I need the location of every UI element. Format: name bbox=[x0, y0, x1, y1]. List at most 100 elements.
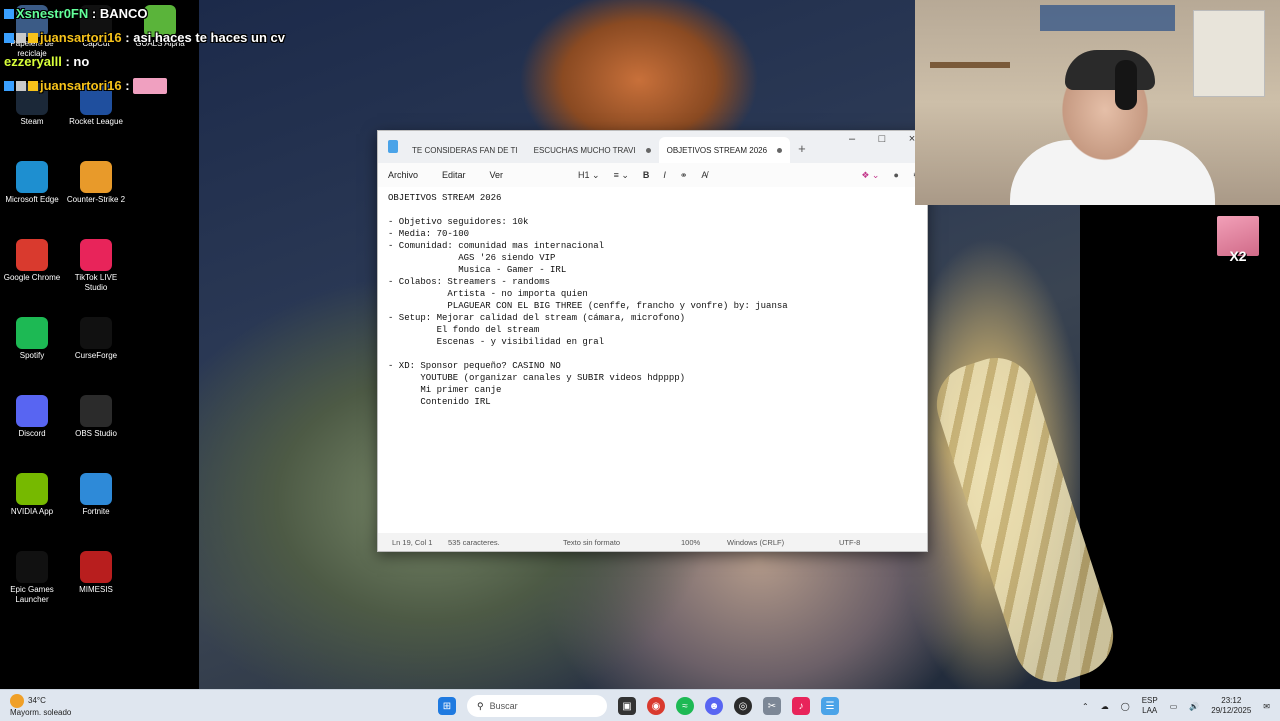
badge-icon bbox=[28, 81, 38, 91]
language-indicator[interactable]: ESP LAA bbox=[1142, 696, 1158, 716]
lang-primary: ESP bbox=[1141, 696, 1158, 705]
obs-icon bbox=[80, 395, 112, 427]
lang-secondary: LAA bbox=[1142, 706, 1158, 715]
cam-poster bbox=[1193, 10, 1265, 97]
cam-shelf bbox=[930, 62, 1010, 68]
chat-username: juansartori16 bbox=[40, 30, 122, 45]
clock-time: 23:12 bbox=[1221, 696, 1242, 705]
format-toolbar: H1 ⌄ ≡ ⌄ B I ⚭ A̸ bbox=[578, 163, 707, 187]
chrome-taskbar-icon[interactable]: ◉ bbox=[647, 697, 665, 715]
nvidia-icon bbox=[16, 473, 48, 505]
task-view-icon[interactable]: ▣ bbox=[618, 697, 636, 715]
heading-dropdown[interactable]: H1 ⌄ bbox=[578, 170, 600, 181]
tab-te-consideras[interactable]: TE CONSIDERAS FAN DE TI bbox=[404, 137, 526, 163]
desktop-icon[interactable]: CurseForge bbox=[64, 317, 128, 361]
badge-icon bbox=[4, 33, 14, 43]
menu-archivo[interactable]: Archivo bbox=[388, 170, 418, 180]
desktop-icon-label: NVIDIA App bbox=[10, 507, 54, 516]
desktop-icon-label: MIMESIS bbox=[79, 585, 113, 594]
badge-icon bbox=[4, 81, 14, 91]
side-emote-overlay: X2 bbox=[1217, 216, 1259, 268]
desktop-icon-label: CurseForge bbox=[74, 351, 118, 360]
chat-message: juansartori16 : asi haces te haces un cv bbox=[4, 30, 285, 45]
discord-taskbar-icon[interactable]: ☻ bbox=[705, 697, 723, 715]
taskbar: 34°C Mayorm. soleado ⊞ ⚲ Buscar ▣ ◉ ≈ ☻ … bbox=[0, 689, 1280, 721]
notepad-text-area[interactable]: OBJETIVOS STREAM 2026 - Objetivo seguido… bbox=[378, 188, 927, 533]
desktop-icon[interactable]: MIMESIS bbox=[64, 551, 128, 595]
chat-text: asi haces te haces un cv bbox=[133, 30, 285, 45]
heading-level: H1 bbox=[578, 169, 590, 180]
epic-games-icon bbox=[16, 551, 48, 583]
list-icon[interactable]: ≡ ⌄ bbox=[614, 170, 629, 181]
chrome-icon bbox=[16, 239, 48, 271]
desktop-icon[interactable]: Counter-Strike 2 bbox=[64, 161, 128, 205]
desktop-icon[interactable]: Discord bbox=[0, 395, 64, 439]
desktop-icon[interactable]: Microsoft Edge bbox=[0, 161, 64, 205]
windows-start-icon[interactable]: ⊞ bbox=[438, 697, 456, 715]
weather-widget[interactable]: 34°C Mayorm. soleado bbox=[10, 694, 71, 718]
copilot-icon[interactable]: ❖ ⌄ bbox=[861, 170, 879, 181]
tiktok-taskbar-icon[interactable]: ♪ bbox=[792, 697, 810, 715]
new-tab-plus-icon[interactable]: + bbox=[798, 141, 806, 156]
chat-message: juansartori16 : bbox=[4, 78, 168, 94]
clear-format-icon[interactable]: A̸ bbox=[701, 170, 707, 180]
link-icon[interactable]: ⚭ bbox=[680, 170, 688, 181]
tab-objetivos[interactable]: OBJETIVOS STREAM 2026 bbox=[658, 137, 791, 163]
bold-icon[interactable]: B bbox=[643, 170, 650, 180]
microphone-icon[interactable]: ◯ bbox=[1121, 702, 1130, 711]
italic-icon[interactable]: I bbox=[663, 170, 666, 180]
clock-date: 29/12/2025 bbox=[1211, 706, 1252, 715]
unsaved-dot-icon bbox=[645, 147, 651, 153]
taskbar-search[interactable]: ⚲ Buscar bbox=[467, 695, 607, 717]
notifications-bell-icon[interactable]: ✉ bbox=[1263, 702, 1270, 711]
maximize-icon[interactable]: □ bbox=[867, 131, 897, 149]
desktop-icon-label: Discord bbox=[18, 429, 46, 438]
desktop-icon[interactable]: Google Chrome bbox=[0, 239, 64, 283]
chat-message: ezzeryalll : no bbox=[4, 54, 90, 69]
menu-ver[interactable]: Ver bbox=[490, 170, 504, 180]
emote-multiplier: X2 bbox=[1229, 248, 1247, 264]
cs2-icon bbox=[80, 161, 112, 193]
status-position: Ln 19, Col 1 bbox=[392, 537, 433, 547]
badge-icon bbox=[4, 9, 14, 19]
account-icon[interactable]: ● bbox=[893, 170, 898, 180]
menu-editar[interactable]: Editar bbox=[442, 170, 466, 180]
notepad-right-tools: ❖ ⌄ ● ⚙ bbox=[861, 163, 921, 187]
spotify-taskbar-icon[interactable]: ≈ bbox=[676, 697, 694, 715]
desktop-icon[interactable]: Fortnite bbox=[64, 473, 128, 517]
chat-text: no bbox=[73, 54, 90, 69]
network-icon[interactable]: ☁ bbox=[1101, 702, 1109, 711]
search-icon: ⚲ bbox=[477, 700, 484, 711]
desktop-icon[interactable]: TikTok LIVE Studio bbox=[64, 239, 128, 293]
tab-label: ESCUCHAS MUCHO TRAVI bbox=[533, 145, 636, 155]
volume-icon[interactable]: 🔊 bbox=[1189, 702, 1199, 711]
tray-chevron-icon[interactable]: ⌃ bbox=[1082, 702, 1089, 711]
emote-icon bbox=[133, 78, 168, 94]
chat-username: ezzeryalll bbox=[4, 54, 62, 69]
mimesis-icon bbox=[80, 551, 112, 583]
desktop-icon-label: OBS Studio bbox=[75, 429, 117, 438]
unsaved-dot-icon bbox=[777, 147, 783, 153]
notepad-window[interactable]: TE CONSIDERAS FAN DE TI ESCUCHAS MUCHO T… bbox=[377, 130, 928, 552]
notepad-tab-bar: TE CONSIDERAS FAN DE TI ESCUCHAS MUCHO T… bbox=[378, 131, 927, 163]
notepad-icon bbox=[388, 140, 398, 153]
weather-desc: Mayorm. soleado bbox=[10, 708, 72, 717]
tab-label: OBJETIVOS STREAM 2026 bbox=[666, 145, 768, 155]
desktop-icon[interactable]: NVIDIA App bbox=[0, 473, 64, 517]
chat-username: Xsnestr0FN bbox=[16, 6, 89, 21]
desktop-icon-label: Rocket League bbox=[69, 117, 123, 126]
display-icon[interactable]: ▭ bbox=[1170, 702, 1178, 711]
tab-escuchas[interactable]: ESCUCHAS MUCHO TRAVI bbox=[526, 137, 659, 163]
tiktok-icon bbox=[80, 239, 112, 271]
desktop-icon[interactable]: Spotify bbox=[0, 317, 64, 361]
window-controls: – □ × bbox=[837, 131, 927, 149]
desktop-icon[interactable]: Epic Games Launcher bbox=[0, 551, 64, 605]
notepad-taskbar-icon[interactable]: ☰ bbox=[821, 697, 839, 715]
minimize-icon[interactable]: – bbox=[837, 131, 867, 149]
obs-taskbar-icon[interactable]: ◎ bbox=[734, 697, 752, 715]
clock[interactable]: 23:12 29/12/2025 bbox=[1211, 696, 1251, 716]
snipping-tool-icon[interactable]: ✂ bbox=[763, 697, 781, 715]
desktop-icon[interactable]: OBS Studio bbox=[64, 395, 128, 439]
weather-temp: 34°C bbox=[28, 696, 46, 706]
cam-headset bbox=[1115, 60, 1137, 110]
